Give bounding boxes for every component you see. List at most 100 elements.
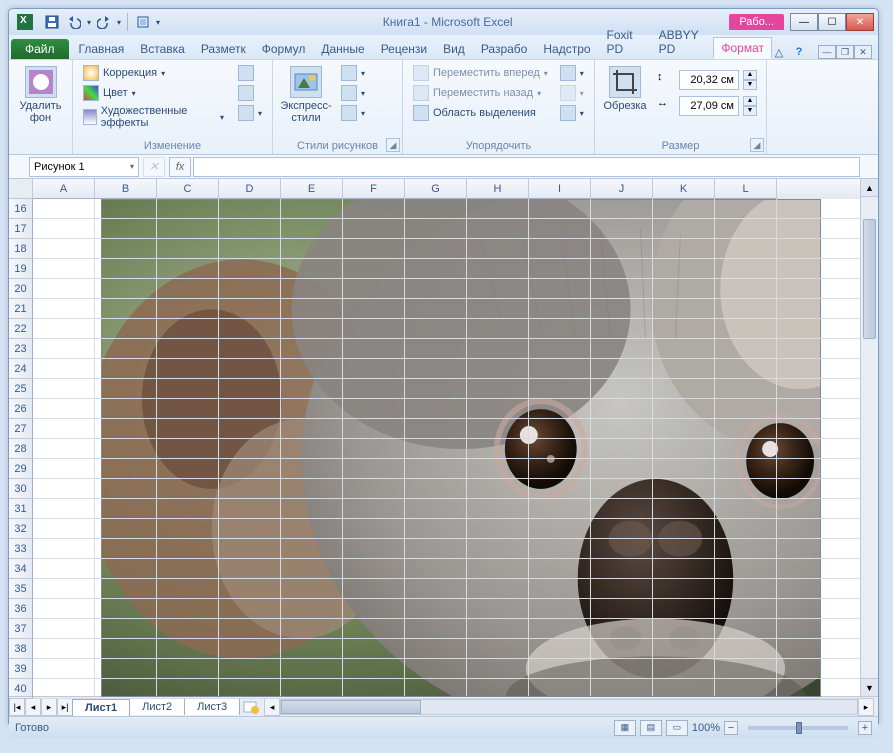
fx-button[interactable]: fx xyxy=(169,157,191,177)
tab-view[interactable]: Вид xyxy=(435,38,473,59)
row-header[interactable]: 37 xyxy=(9,619,33,639)
row-header[interactable]: 18 xyxy=(9,239,33,259)
change-picture-button[interactable] xyxy=(236,84,264,102)
row-header[interactable]: 16 xyxy=(9,199,33,219)
picture-border-button[interactable]: ▾ xyxy=(339,64,367,82)
inserted-picture[interactable] xyxy=(101,199,821,697)
column-header[interactable]: H xyxy=(467,179,529,199)
column-header[interactable]: G xyxy=(405,179,467,199)
page-layout-view-button[interactable]: ▤ xyxy=(640,720,662,736)
compress-picture-button[interactable] xyxy=(236,64,264,82)
width-up[interactable]: ▲ xyxy=(743,96,757,106)
row-header[interactable]: 30 xyxy=(9,479,33,499)
sheet-nav-last[interactable]: ▸| xyxy=(57,698,73,716)
tab-insert[interactable]: Вставка xyxy=(132,38,193,59)
tab-home[interactable]: Главная xyxy=(71,38,133,59)
row-header[interactable]: 36 xyxy=(9,599,33,619)
zoom-in-button[interactable]: + xyxy=(858,721,872,735)
picture-layout-button[interactable]: ▾ xyxy=(339,104,367,122)
qat-extra-button[interactable] xyxy=(134,13,152,31)
row-header[interactable]: 35 xyxy=(9,579,33,599)
column-header[interactable]: K xyxy=(653,179,715,199)
remove-background-button[interactable]: Удалить фон xyxy=(17,64,64,126)
redo-button[interactable] xyxy=(95,13,113,31)
vscroll-thumb[interactable] xyxy=(863,219,876,339)
hscroll-thumb[interactable] xyxy=(281,700,421,714)
group-button[interactable]: ▾ xyxy=(558,84,586,102)
height-field[interactable]: ↕ ▲▼ xyxy=(657,70,757,90)
minimize-button[interactable]: — xyxy=(790,13,818,31)
tab-abbyy[interactable]: ABBYY PD xyxy=(651,24,714,59)
select-all-button[interactable] xyxy=(9,179,33,199)
column-header[interactable]: I xyxy=(529,179,591,199)
column-header[interactable]: F xyxy=(343,179,405,199)
bring-forward-button[interactable]: Переместить вперед▾ xyxy=(411,64,550,82)
undo-button[interactable] xyxy=(65,13,83,31)
width-down[interactable]: ▼ xyxy=(743,106,757,116)
minimize-ribbon-button[interactable]: △ xyxy=(772,45,786,59)
row-header[interactable]: 27 xyxy=(9,419,33,439)
crop-button[interactable]: Обрезка xyxy=(603,64,647,114)
row-header[interactable]: 33 xyxy=(9,539,33,559)
zoom-level[interactable]: 100% xyxy=(692,722,720,734)
tab-addins[interactable]: Надстро xyxy=(535,38,598,59)
column-header[interactable]: E xyxy=(281,179,343,199)
row-header[interactable]: 24 xyxy=(9,359,33,379)
name-box[interactable]: Рисунок 1▾ xyxy=(29,157,139,177)
size-dialog-launcher[interactable]: ◢ xyxy=(750,138,764,152)
undo-dropdown[interactable]: ▾ xyxy=(87,18,91,27)
row-header[interactable]: 23 xyxy=(9,339,33,359)
hscroll-left[interactable]: ◂ xyxy=(264,698,280,716)
reset-picture-button[interactable]: ▾ xyxy=(236,104,264,122)
sheet-nav-next[interactable]: ▸ xyxy=(41,698,57,716)
column-header[interactable]: D xyxy=(219,179,281,199)
save-button[interactable] xyxy=(43,13,61,31)
help-button[interactable]: ? xyxy=(792,45,806,59)
tab-developer[interactable]: Разрабо xyxy=(473,38,536,59)
row-header[interactable]: 29 xyxy=(9,459,33,479)
sheet-nav-first[interactable]: |◂ xyxy=(9,698,25,716)
row-header[interactable]: 22 xyxy=(9,319,33,339)
column-header[interactable]: C xyxy=(157,179,219,199)
sheet-tab-2[interactable]: Лист2 xyxy=(129,698,185,715)
rotate-button[interactable]: ▾ xyxy=(558,104,586,122)
color-button[interactable]: Цвет▾ xyxy=(81,84,226,102)
width-input[interactable] xyxy=(679,96,739,116)
cells-area[interactable] xyxy=(33,199,860,696)
mdi-restore[interactable]: ❐ xyxy=(836,45,854,59)
row-header[interactable]: 32 xyxy=(9,519,33,539)
tab-foxit[interactable]: Foxit PD xyxy=(599,24,651,59)
sheet-nav-prev[interactable]: ◂ xyxy=(25,698,41,716)
row-header[interactable]: 40 xyxy=(9,679,33,699)
redo-dropdown[interactable]: ▾ xyxy=(117,18,121,27)
vertical-scrollbar[interactable]: ▲ ▼ xyxy=(860,179,878,696)
row-header[interactable]: 17 xyxy=(9,219,33,239)
tab-format[interactable]: Формат xyxy=(713,37,772,59)
file-tab[interactable]: Файл xyxy=(11,39,69,59)
row-header[interactable]: 39 xyxy=(9,659,33,679)
normal-view-button[interactable]: ▦ xyxy=(614,720,636,736)
column-header[interactable]: A xyxy=(33,179,95,199)
picture-effects-button[interactable]: ▾ xyxy=(339,84,367,102)
row-header[interactable]: 34 xyxy=(9,559,33,579)
row-header[interactable]: 38 xyxy=(9,639,33,659)
zoom-thumb[interactable] xyxy=(796,722,802,734)
namebox-dropdown[interactable]: ▾ xyxy=(130,162,134,171)
sheet-tab-3[interactable]: Лист3 xyxy=(184,698,240,715)
picture-styles-button[interactable]: Экспресс-стили xyxy=(281,64,331,126)
mdi-close[interactable]: ✕ xyxy=(854,45,872,59)
mdi-minimize[interactable]: — xyxy=(818,45,836,59)
tab-formulas[interactable]: Формул xyxy=(254,38,314,59)
row-header[interactable]: 21 xyxy=(9,299,33,319)
sheet-tab-1[interactable]: Лист1 xyxy=(72,698,130,716)
column-header[interactable]: B xyxy=(95,179,157,199)
artistic-effects-button[interactable]: Художественные эффекты▾ xyxy=(81,104,226,130)
row-header[interactable]: 19 xyxy=(9,259,33,279)
close-button[interactable]: ✕ xyxy=(846,13,874,31)
column-header[interactable]: L xyxy=(715,179,777,199)
height-input[interactable] xyxy=(679,70,739,90)
formula-input[interactable] xyxy=(193,157,860,177)
row-header[interactable]: 28 xyxy=(9,439,33,459)
row-header[interactable]: 26 xyxy=(9,399,33,419)
send-backward-button[interactable]: Переместить назад▾ xyxy=(411,84,550,102)
